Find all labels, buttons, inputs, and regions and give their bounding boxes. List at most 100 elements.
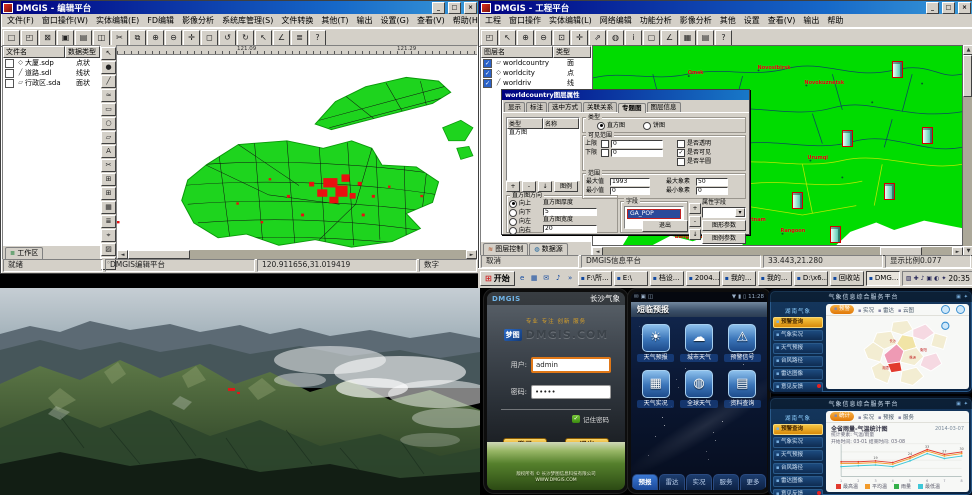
task-button-3[interactable]: 2004... xyxy=(686,271,720,286)
thematic-type-list[interactable]: 类型 名称 直方图 xyxy=(506,117,580,181)
chevron-down-icon[interactable]: ▾ xyxy=(735,208,745,217)
direction-radio-option[interactable]: 向上 xyxy=(509,199,543,208)
toolbar-item-1[interactable]: 实况 xyxy=(858,306,874,314)
select-icon-button[interactable]: ↖ xyxy=(101,47,116,60)
copy-icon-button[interactable]: ⧉ xyxy=(129,30,146,46)
project-menu-item-1[interactable]: 窗口操作 xyxy=(505,15,545,26)
close-button[interactable]: × xyxy=(958,2,971,14)
cut-icon-button[interactable]: ✂ xyxy=(101,159,116,172)
av-tray-icon[interactable]: ✚ xyxy=(914,275,919,282)
display-tray-icon[interactable]: ▣ xyxy=(926,275,932,282)
select-icon-button[interactable]: ↖ xyxy=(499,30,516,46)
weather-tab-3[interactable]: 服务 xyxy=(713,474,739,490)
task-button-7[interactable]: 回收站 xyxy=(830,271,864,286)
weather-tab-1[interactable]: 雷达 xyxy=(659,474,685,490)
dialog-tab-5[interactable]: 图层信息 xyxy=(647,102,681,112)
layer-row-1[interactable]: ✓◇worldcity点 xyxy=(481,68,591,78)
polyline-icon-button[interactable]: ≈ xyxy=(101,89,116,102)
circle-icon-button[interactable]: ○ xyxy=(101,117,116,130)
project-menu-item-2[interactable]: 实体编辑(L) xyxy=(545,15,596,26)
settings-icon[interactable]: ✦ xyxy=(964,294,968,300)
layers-icon-button[interactable]: ≣ xyxy=(291,30,308,46)
maximize-button[interactable]: □ xyxy=(942,2,955,14)
sidebar-item-0[interactable]: 预警查询 xyxy=(773,424,823,435)
list-button-2[interactable]: ↓ xyxy=(538,181,552,192)
dialog-tab-0[interactable]: 显示 xyxy=(504,102,525,112)
layer-checkbox[interactable] xyxy=(5,69,14,78)
layer-checkbox[interactable] xyxy=(5,79,14,88)
dialog-tab-2[interactable]: 选中方式 xyxy=(548,102,582,112)
project-menu-item-8[interactable]: 查看(V) xyxy=(764,15,800,26)
province-map-svg[interactable]: 长沙株洲湘潭衡阳 xyxy=(826,315,969,389)
edit-menu-item-8[interactable]: 输出 xyxy=(353,15,377,26)
username-field[interactable] xyxy=(531,357,611,373)
snap-icon-button[interactable]: ⊞ xyxy=(101,173,116,186)
remember-checkbox[interactable]: ✓ xyxy=(572,415,580,423)
list-row-histogram[interactable]: 直方图 xyxy=(507,129,579,137)
maximize-button[interactable]: □ xyxy=(448,2,461,14)
radio-icon[interactable] xyxy=(509,218,517,226)
terrain-3d-view[interactable] xyxy=(0,288,480,495)
sidebar-item-5[interactable]: 意见反馈 xyxy=(773,382,823,393)
locate-icon[interactable] xyxy=(942,322,949,329)
dialog-titlebar[interactable]: worldcountry图层属性 xyxy=(502,90,749,100)
layer-checkbox[interactable]: ✓ xyxy=(483,69,492,78)
star-tray-icon[interactable]: ✦ xyxy=(941,275,946,282)
edit-menu-item-10[interactable]: 查看(V) xyxy=(413,15,449,26)
layer-row-0[interactable]: ✓▱worldcountry面 xyxy=(481,58,591,68)
tile-map[interactable]: ▦天气实况 xyxy=(637,370,674,408)
polygon-icon-button[interactable]: ▱ xyxy=(101,131,116,144)
edit-menu-item-9[interactable]: 设置(G) xyxy=(377,15,413,26)
type-radio-option[interactable]: 饼图 xyxy=(643,121,665,130)
radio-icon[interactable] xyxy=(509,209,517,217)
edit-menu-item-2[interactable]: 实体编辑(E) xyxy=(92,15,143,26)
open-icon-button[interactable]: ◰ xyxy=(21,30,38,46)
list-button-0[interactable]: + xyxy=(506,181,520,192)
visibility-flag[interactable]: 是否透明 xyxy=(677,139,743,148)
zoom-out-icon-button[interactable]: ⊖ xyxy=(535,30,552,46)
sidebar-item-3[interactable]: 台风路径 xyxy=(773,463,823,474)
weather-tab-0[interactable]: 预报 xyxy=(632,474,658,490)
type-radio-option[interactable]: 直方图 xyxy=(597,121,625,130)
ie-icon[interactable]: e xyxy=(517,273,528,284)
sidebar-item-1[interactable]: 气象实况 xyxy=(773,437,823,448)
task-button-5[interactable]: 我的... xyxy=(758,271,792,286)
shanghai-map-view[interactable] xyxy=(117,55,477,249)
new-icon-button[interactable]: □ xyxy=(3,30,20,46)
project-menu-item-6[interactable]: 其他 xyxy=(716,15,740,26)
node-icon-button[interactable]: ● xyxy=(101,61,116,74)
layers-icon-button[interactable]: ≣ xyxy=(101,215,116,228)
task-button-4[interactable]: 我的... xyxy=(722,271,756,286)
weather-tab-4[interactable]: 更多 xyxy=(740,474,766,490)
pan-icon-button[interactable]: ✛ xyxy=(571,30,588,46)
preview-icon-button[interactable]: ◫ xyxy=(93,30,110,46)
dialog-tab-4[interactable]: 专题图 xyxy=(618,103,646,113)
visibility-flag[interactable]: 是否半圆 xyxy=(677,157,743,166)
edit-menu-item-7[interactable]: 其他(T) xyxy=(317,15,352,26)
chat-icon[interactable]: ▣ xyxy=(956,401,961,407)
layer-checkbox[interactable]: ✓ xyxy=(483,59,492,68)
layer-list-header[interactable]: 图层名 类型 xyxy=(481,46,591,58)
toolbar-item-3[interactable]: 云图 xyxy=(898,306,914,314)
dialog-tab-1[interactable]: 标注 xyxy=(526,102,547,112)
save-icon-button[interactable]: ▣ xyxy=(57,30,74,46)
dialog-tab-3[interactable]: 关联关系 xyxy=(583,102,617,112)
toolbar-item-2[interactable]: 雷达 xyxy=(878,306,894,314)
image-icon-button[interactable]: ▨ xyxy=(101,243,116,256)
locate-icon-button[interactable]: ⌖ xyxy=(101,229,116,242)
attribute-field-select[interactable]: ▾ xyxy=(702,207,746,218)
layer-checkbox[interactable]: ✓ xyxy=(483,79,492,88)
upper-limit-checkbox[interactable] xyxy=(601,140,609,148)
field-button-2[interactable]: ↓ xyxy=(689,229,701,240)
undo-icon-button[interactable]: ↺ xyxy=(219,30,236,46)
refresh-icon[interactable] xyxy=(941,305,950,314)
task-button-1[interactable]: E:\ xyxy=(614,271,648,286)
upper-limit-input[interactable] xyxy=(611,140,663,148)
toolbar-item-2[interactable]: 预报 xyxy=(878,413,894,421)
layer-row-0[interactable]: ◇大厦.sdp点状 xyxy=(3,58,100,68)
task-button-8[interactable]: DMG... xyxy=(866,271,900,286)
world-map-vertical-scrollbar[interactable]: ▲▼ xyxy=(963,45,972,256)
radio-icon[interactable] xyxy=(509,227,517,235)
weather-tab-2[interactable]: 实况 xyxy=(686,474,712,490)
bar-width-input[interactable] xyxy=(543,225,597,233)
